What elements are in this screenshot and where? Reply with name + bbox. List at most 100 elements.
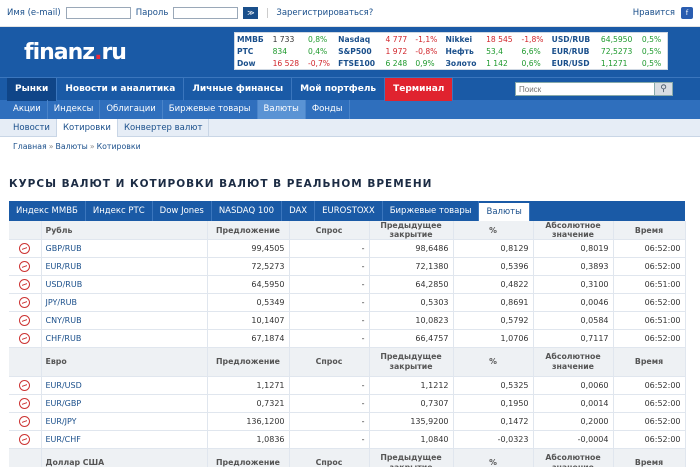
pair-link[interactable]: EUR/RUB: [46, 262, 82, 271]
ticker-change: -1,8%: [521, 34, 544, 44]
previous-close: 66,4757: [369, 329, 454, 348]
breadcrumb-quotes[interactable]: Котировки: [97, 142, 141, 151]
tab-nasdaq100[interactable]: NASDAQ 100: [212, 201, 283, 221]
section-converter[interactable]: Конвертер валют: [118, 118, 210, 137]
change-percent: 0,1950: [453, 394, 534, 413]
ticker-name[interactable]: Нефть: [444, 45, 485, 57]
tab-dow-jones[interactable]: Dow Jones: [153, 201, 212, 221]
chart-icon[interactable]: [19, 279, 31, 290]
pair-link[interactable]: EUR/CHF: [46, 435, 81, 444]
section-quotes[interactable]: Котировки: [56, 118, 118, 137]
like-label[interactable]: Нравится: [633, 8, 675, 18]
subnav-currencies[interactable]: Валюты: [257, 100, 306, 119]
pair-link[interactable]: CNY/RUB: [46, 316, 82, 325]
chart-icon[interactable]: [19, 380, 31, 391]
password-input[interactable]: [173, 7, 239, 19]
chart-link-cell: [9, 257, 42, 276]
ticker-name[interactable]: FTSE100: [336, 57, 383, 69]
login-input[interactable]: [65, 7, 131, 19]
register-link[interactable]: Зарегистрироваться?: [267, 8, 373, 18]
ticker-value: 1 733: [272, 34, 295, 44]
nav-terminal[interactable]: Терминал: [385, 77, 454, 101]
ticker-board: ММВБ 1 733 0,8% Nasdaq 4 777 -1,1% Nikkei 18 54…: [234, 32, 668, 70]
column-header: Спрос: [289, 221, 370, 240]
subnav-funds[interactable]: Фонды: [306, 100, 350, 119]
chart-icon[interactable]: [19, 315, 31, 326]
pair-link[interactable]: GBP/RUB: [46, 244, 82, 253]
ticker-name[interactable]: Nasdaq: [336, 33, 383, 45]
ticker-change: 6,6%: [521, 46, 541, 56]
subnav-stocks[interactable]: Акции: [7, 100, 48, 119]
offer: 67,1874: [207, 329, 290, 348]
header-icon-cell: [9, 448, 42, 467]
facebook-like[interactable]: Нравится f: [633, 7, 693, 19]
subnav-bonds[interactable]: Облигации: [100, 100, 163, 119]
nav-news-analytics[interactable]: Новости и аналитика: [57, 77, 185, 101]
search-input[interactable]: [515, 82, 655, 96]
chart-icon[interactable]: [19, 261, 31, 272]
chart-icon[interactable]: [19, 416, 31, 427]
tab-eurostoxx[interactable]: EUROSTOXX: [315, 201, 383, 221]
search-icon[interactable]: ⚲: [655, 82, 673, 96]
pair-link[interactable]: EUR/JPY: [46, 417, 77, 426]
pair-link[interactable]: EUR/GBP: [46, 399, 82, 408]
ticker-name[interactable]: ММВБ: [235, 33, 271, 45]
logo-left: finanz: [24, 39, 95, 65]
ticker-name[interactable]: USD/RUB: [550, 33, 599, 45]
pair-link[interactable]: CHF/RUB: [46, 334, 82, 343]
chart-icon[interactable]: [19, 243, 31, 254]
chart-link-cell: [9, 412, 42, 431]
ticker-name[interactable]: РТС: [235, 45, 271, 57]
column-header: %: [453, 221, 534, 240]
nav-personal-finance[interactable]: Личные финансы: [184, 77, 293, 101]
chart-link-cell: [9, 239, 42, 258]
group-header-row: Евро Предложение Спрос Предыдущее закрытие%…: [9, 347, 686, 377]
ticker-value: 1 142: [486, 58, 508, 68]
pair-link[interactable]: EUR/USD: [46, 381, 82, 390]
tab-currencies[interactable]: Валюты: [479, 203, 530, 221]
pair-cell: USD/RUB: [41, 275, 208, 294]
pair-cell: EUR/JPY: [41, 412, 208, 431]
chart-icon[interactable]: [19, 333, 31, 344]
tab-rts[interactable]: Индекс РТС: [86, 201, 153, 221]
search-box: ⚲: [515, 82, 673, 96]
chart-icon[interactable]: [19, 297, 31, 308]
change-percent: 0,8691: [453, 293, 534, 312]
section-news[interactable]: Новости: [7, 118, 57, 137]
ticker-name[interactable]: Nikkei: [444, 33, 485, 45]
breadcrumb-home[interactable]: Главная: [13, 142, 47, 151]
bid: -: [289, 293, 370, 312]
subnav-indices[interactable]: Индексы: [48, 100, 101, 119]
pair-cell: EUR/GBP: [41, 394, 208, 413]
previous-close: 0,5303: [369, 293, 454, 312]
pair-link[interactable]: JPY/RUB: [46, 298, 78, 307]
tab-dax[interactable]: DAX: [282, 201, 316, 221]
pair-cell: GBP/RUB: [41, 239, 208, 258]
chart-icon[interactable]: [19, 398, 31, 409]
ticker-name[interactable]: S&P500: [336, 45, 383, 57]
tab-micex[interactable]: Индекс ММВБ: [9, 201, 86, 221]
nav-my-portfolio[interactable]: Мой портфель: [292, 77, 386, 101]
site-logo[interactable]: finanz.ru: [24, 40, 234, 65]
ticker-name[interactable]: EUR/USD: [550, 57, 599, 69]
pair-cell: CNY/RUB: [41, 311, 208, 330]
ticker-name[interactable]: Золото: [444, 57, 485, 69]
subnav-commodities[interactable]: Биржевые товары: [163, 100, 258, 119]
site-header: finanz.ru ММВБ 1 733 0,8% Nasdaq 4 777 -1,1% N…: [0, 27, 700, 77]
time: 06:51:00: [613, 275, 686, 294]
breadcrumb-currencies[interactable]: Валюты: [55, 142, 87, 151]
login-submit-button[interactable]: ≫: [243, 7, 259, 19]
nav-markets[interactable]: Рынки: [7, 77, 58, 101]
ticker-name[interactable]: Dow: [235, 57, 271, 69]
offer: 0,5349: [207, 293, 290, 312]
ticker-value: 16 528: [272, 58, 300, 68]
pair-cell: EUR/RUB: [41, 257, 208, 276]
offer: 99,4505: [207, 239, 290, 258]
main-nav: Рынки Новости и аналитика Личные финансы…: [0, 77, 700, 101]
ticker-name[interactable]: EUR/RUB: [550, 45, 599, 57]
chart-icon[interactable]: [19, 434, 31, 445]
pair-link[interactable]: USD/RUB: [46, 280, 83, 289]
facebook-icon[interactable]: f: [681, 7, 693, 19]
change-percent: 0,5792: [453, 311, 534, 330]
tab-commodities[interactable]: Биржевые товары: [383, 201, 480, 221]
